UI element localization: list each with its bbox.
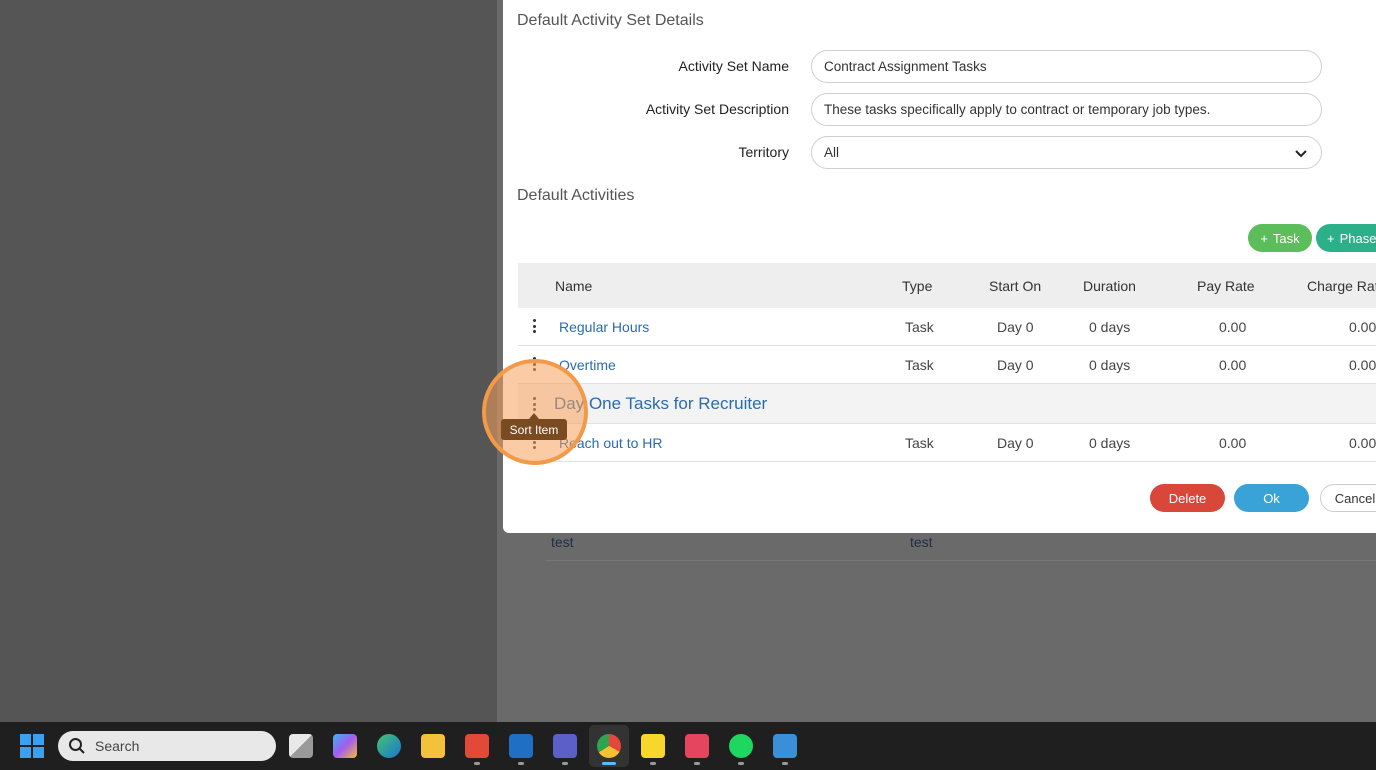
running-indicator (650, 762, 656, 765)
activity-set-name-label: Activity Set Name (678, 58, 789, 74)
click-highlight-marker (482, 359, 588, 465)
windows-start-icon[interactable] (20, 734, 44, 758)
activity-start-on: Day 0 (997, 357, 1034, 373)
running-indicator (518, 762, 524, 765)
details-section-title: Default Activity Set Details (517, 12, 704, 29)
territory-label: Territory (738, 144, 789, 160)
modal-backdrop[interactable] (0, 0, 497, 722)
activity-set-description-value: These tasks specifically apply to contra… (824, 102, 1211, 117)
activity-set-name-input[interactable]: Contract Assignment Tasks (811, 50, 1322, 83)
file-explorer-icon[interactable] (421, 734, 445, 758)
territory-select[interactable]: All (811, 136, 1322, 169)
active-indicator (602, 762, 616, 765)
running-indicator (782, 762, 788, 765)
activity-charge-rate: 0.00 (1349, 319, 1376, 335)
delete-button[interactable]: Delete (1150, 484, 1225, 512)
running-indicator (474, 762, 480, 765)
phase-row: Day One Tasks for Recruiter (518, 384, 1376, 424)
snagit-icon[interactable] (465, 734, 489, 758)
running-indicator (562, 762, 568, 765)
taskbar-search[interactable]: Search (58, 731, 276, 761)
column-header-duration[interactable]: Duration (1083, 278, 1136, 294)
activities-section-title: Default Activities (517, 187, 635, 204)
sort-item-tooltip: Sort Item (501, 419, 567, 440)
activity-set-name-value: Contract Assignment Tasks (824, 59, 987, 74)
running-indicator (738, 762, 744, 765)
plus-icon: + (1327, 230, 1335, 246)
activity-type: Task (905, 435, 934, 451)
activity-duration: 0 days (1089, 319, 1131, 335)
plus-icon: + (1260, 230, 1268, 246)
column-header-type[interactable]: Type (902, 278, 932, 294)
add-phase-label: Phase (1339, 230, 1376, 246)
add-task-button[interactable]: + Task (1248, 224, 1312, 252)
column-header-start-on[interactable]: Start On (989, 278, 1041, 294)
table-header: Name Type Start On Duration Pay Rate Cha… (518, 263, 1376, 308)
territory-value: All (824, 145, 840, 160)
teams-icon[interactable] (553, 734, 577, 758)
activity-duration: 0 days (1089, 435, 1131, 451)
task-view-icon[interactable] (289, 734, 313, 758)
snagit-editor-icon[interactable] (773, 734, 797, 758)
column-header-name[interactable]: Name (555, 278, 592, 294)
column-header-charge-rate[interactable]: Charge Rate (1307, 278, 1376, 294)
activity-type: Task (905, 319, 934, 335)
table-row: Regular Hours Task Day 0 0 days 0.00 0.0… (518, 308, 1376, 346)
activity-name-link[interactable]: Regular Hours (559, 319, 649, 335)
sticky-notes-icon[interactable] (641, 734, 665, 758)
drag-handle-icon[interactable] (532, 319, 536, 333)
search-icon (69, 738, 85, 754)
background-row-name: test (551, 534, 574, 550)
ok-button[interactable]: Ok (1234, 484, 1309, 512)
outlook-icon[interactable] (509, 734, 533, 758)
activity-pay-rate: 0.00 (1219, 357, 1247, 373)
activity-set-description-label: Activity Set Description (645, 101, 789, 117)
edge-icon[interactable] (377, 734, 401, 758)
activity-pay-rate: 0.00 (1219, 319, 1247, 335)
chrome-icon[interactable] (597, 734, 621, 758)
background-row-type: test (910, 534, 933, 550)
copilot-icon[interactable] (333, 734, 357, 758)
activity-charge-rate: 0.00 (1349, 435, 1376, 451)
wunderlist-icon[interactable] (685, 734, 709, 758)
cancel-button[interactable]: Cancel (1320, 484, 1376, 512)
table-row: Overtime Task Day 0 0 days 0.00 0.00 (518, 346, 1376, 384)
activity-type: Task (905, 357, 934, 373)
activity-start-on: Day 0 (997, 435, 1034, 451)
column-header-pay-rate[interactable]: Pay Rate (1197, 278, 1255, 294)
table-row: Reach out to HR Task Day 0 0 days 0.00 0… (518, 424, 1376, 462)
activity-set-modal: Default Activity Set Details Activity Se… (503, 0, 1376, 533)
taskbar-search-placeholder: Search (95, 738, 140, 754)
activity-charge-rate: 0.00 (1349, 357, 1376, 373)
activities-table: Name Type Start On Duration Pay Rate Cha… (518, 263, 1376, 462)
activity-pay-rate: 0.00 (1219, 435, 1247, 451)
spotify-icon[interactable] (729, 734, 753, 758)
running-indicator (694, 762, 700, 765)
activity-start-on: Day 0 (997, 319, 1034, 335)
add-task-label: Task (1272, 230, 1300, 246)
windows-taskbar: Search (0, 722, 1376, 770)
chevron-down-icon (1295, 149, 1307, 157)
activity-duration: 0 days (1089, 357, 1131, 373)
activity-set-description-input[interactable]: These tasks specifically apply to contra… (811, 93, 1322, 126)
add-phase-button[interactable]: + Phase (1316, 224, 1376, 252)
